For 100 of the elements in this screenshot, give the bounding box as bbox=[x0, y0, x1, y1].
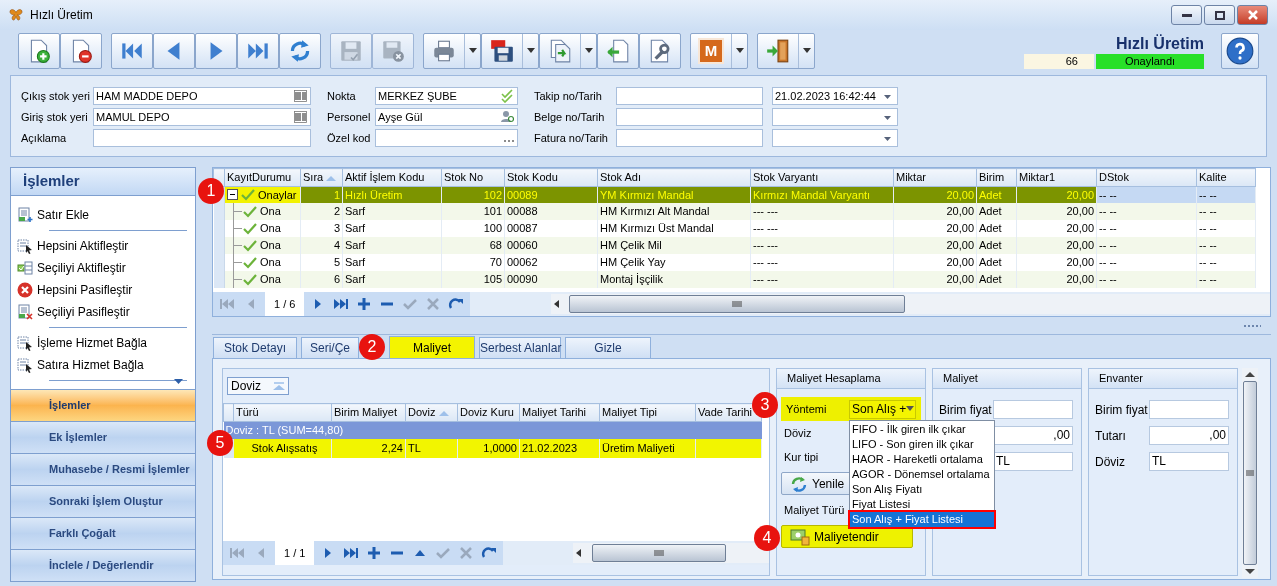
scrollbar-thumb[interactable] bbox=[592, 544, 726, 562]
next-record-button[interactable] bbox=[195, 33, 237, 69]
sidebar-item[interactable]: Hepsini Aktifleştir bbox=[37, 237, 129, 255]
input-field[interactable]: MERKEZ ŞUBE bbox=[375, 87, 518, 105]
barcode-icon bbox=[294, 89, 307, 103]
input-field[interactable] bbox=[93, 129, 311, 147]
column-header[interactable]: Kalite bbox=[1196, 168, 1256, 186]
dropdown-option[interactable]: HAOR - Hareketli ortalama bbox=[850, 451, 994, 467]
input-field[interactable] bbox=[616, 129, 763, 147]
caret-icon bbox=[526, 48, 535, 54]
input-field[interactable]: TL bbox=[1149, 452, 1229, 471]
column-header[interactable]: Birim Maliyet bbox=[331, 403, 406, 421]
input-field[interactable]: HAM MADDE DEPO bbox=[93, 87, 311, 105]
nav-section[interactable]: Farklı Çoğalt bbox=[11, 517, 195, 549]
maximize-button[interactable] bbox=[1204, 5, 1235, 25]
export-button[interactable] bbox=[539, 33, 597, 69]
m-button[interactable]: M bbox=[690, 33, 748, 69]
table-cell: -- -- bbox=[1199, 205, 1217, 218]
tab[interactable]: Maliyet bbox=[389, 336, 475, 358]
first-record-button[interactable] bbox=[111, 33, 153, 69]
tab[interactable]: Seri/Çe bbox=[301, 337, 359, 358]
column-header[interactable]: Maliyet Tarihi bbox=[519, 403, 600, 421]
column-header[interactable]: Stok Kodu bbox=[504, 168, 598, 186]
tab[interactable]: Gizle bbox=[565, 337, 651, 358]
column-header[interactable]: Aktif İşlem Kodu bbox=[342, 168, 442, 186]
print-button[interactable] bbox=[423, 33, 481, 69]
minimize-button[interactable] bbox=[1171, 5, 1202, 25]
input-field[interactable] bbox=[616, 87, 763, 105]
input-field[interactable] bbox=[1149, 400, 1229, 419]
scrollbar-thumb[interactable] bbox=[569, 295, 905, 313]
dropdown-field[interactable] bbox=[772, 129, 898, 147]
nav-section[interactable]: İşlemler bbox=[11, 389, 195, 421]
field-label: Personel bbox=[327, 109, 372, 125]
door-arrow-icon bbox=[765, 38, 791, 64]
nav-section[interactable]: Sonraki İşlem Oluştur bbox=[11, 485, 195, 517]
sidebar-item[interactable]: Seçiliyi Pasifleştir bbox=[37, 303, 130, 321]
table-cell: 00062 bbox=[507, 256, 538, 269]
dropdown-field[interactable]: 21.02.2023 16:42:44 bbox=[772, 87, 898, 105]
input-field[interactable] bbox=[375, 129, 518, 147]
sidebar-item[interactable]: Hepsini Pasifleştir bbox=[37, 281, 133, 299]
nav-section[interactable]: Muhasebe / Resmi İşlemler bbox=[11, 453, 195, 485]
nav-section[interactable]: Ek İşlemler bbox=[11, 421, 195, 453]
scroll-up-icon bbox=[1245, 371, 1255, 378]
vertical-scrollbar[interactable] bbox=[1242, 368, 1258, 578]
exit-button[interactable] bbox=[757, 33, 815, 69]
tab[interactable]: Serbest Alanlar bbox=[479, 337, 561, 358]
column-header[interactable]: Doviz bbox=[405, 403, 458, 421]
group-by-chip[interactable]: Doviz bbox=[227, 377, 289, 395]
input-field[interactable]: ,00 bbox=[993, 426, 1073, 445]
table-cell: Stok Alışsatış bbox=[251, 442, 318, 455]
dropdown-field[interactable]: Son Alış + bbox=[849, 399, 916, 419]
column-header[interactable]: Doviz Kuru bbox=[457, 403, 520, 421]
dropdown-field[interactable] bbox=[772, 108, 898, 126]
column-header[interactable]: Maliyet Tipi bbox=[599, 403, 696, 421]
dropdown-option[interactable]: Fiyat Listesi bbox=[850, 496, 994, 512]
dropdown-option[interactable]: Son Alış + Fiyat Listesi bbox=[850, 511, 994, 527]
table-cell: Sarf bbox=[345, 239, 366, 252]
nav-section[interactable]: İnclele / Değerlendir bbox=[11, 549, 195, 581]
calculate-cost-button[interactable]: Maliyetendir bbox=[781, 525, 913, 548]
column-header[interactable]: KayıtDurumu bbox=[224, 168, 301, 186]
column-header[interactable]: Stok Varyantı bbox=[750, 168, 894, 186]
table-cell: -- -- bbox=[1099, 222, 1117, 235]
delete-button[interactable] bbox=[60, 33, 102, 69]
tree-line-icon bbox=[233, 237, 242, 254]
close-button[interactable] bbox=[1237, 5, 1268, 25]
input-field[interactable] bbox=[616, 108, 763, 126]
tools-button[interactable] bbox=[639, 33, 681, 69]
column-header[interactable]: Birim bbox=[976, 168, 1017, 186]
column-header[interactable]: Stok Adı bbox=[597, 168, 751, 186]
field-label: Döviz bbox=[784, 425, 812, 441]
last-record-button[interactable] bbox=[237, 33, 279, 69]
column-header[interactable]: Miktar1 bbox=[1016, 168, 1097, 186]
input-field[interactable]: Ayşe Gül bbox=[375, 108, 518, 126]
sidebar-item[interactable]: İşleme Hizmet Bağla bbox=[37, 334, 148, 352]
sidebar-item[interactable]: Satır Ekle bbox=[37, 206, 90, 224]
sidebar-item[interactable]: Seçiliyi Aktifleştir bbox=[37, 259, 126, 277]
refresh-button[interactable] bbox=[279, 33, 321, 69]
horizontal-scrollbar[interactable] bbox=[573, 543, 769, 563]
tab[interactable]: Stok Detayı bbox=[213, 337, 297, 358]
input-field[interactable]: ,00 bbox=[1149, 426, 1229, 445]
column-header[interactable]: Sıra bbox=[300, 168, 343, 186]
sort-up-icon bbox=[438, 409, 449, 417]
input-field[interactable]: TL bbox=[993, 452, 1073, 471]
horizontal-scrollbar[interactable] bbox=[551, 294, 1270, 314]
new-button[interactable] bbox=[18, 33, 60, 69]
column-header[interactable]: Miktar bbox=[893, 168, 977, 186]
help-button[interactable] bbox=[1221, 33, 1259, 69]
previous-record-button[interactable] bbox=[153, 33, 195, 69]
pdf-export-button[interactable] bbox=[481, 33, 539, 69]
input-field[interactable] bbox=[993, 400, 1073, 419]
dropdown-option[interactable]: LIFO - Son giren ilk çıkar bbox=[850, 436, 994, 452]
column-header[interactable]: DStok bbox=[1096, 168, 1197, 186]
dropdown-option[interactable]: FIFO - İlk giren ilk çıkar bbox=[850, 421, 994, 437]
column-header[interactable]: Stok No bbox=[441, 168, 505, 186]
input-field[interactable]: MAMUL DEPO bbox=[93, 108, 311, 126]
column-header[interactable]: Türü bbox=[233, 403, 332, 421]
sidebar-item[interactable]: Satıra Hizmet Bağla bbox=[37, 356, 144, 374]
check-icon bbox=[243, 222, 257, 235]
import-button[interactable] bbox=[597, 33, 639, 69]
scrollbar-thumb[interactable] bbox=[1243, 381, 1257, 565]
